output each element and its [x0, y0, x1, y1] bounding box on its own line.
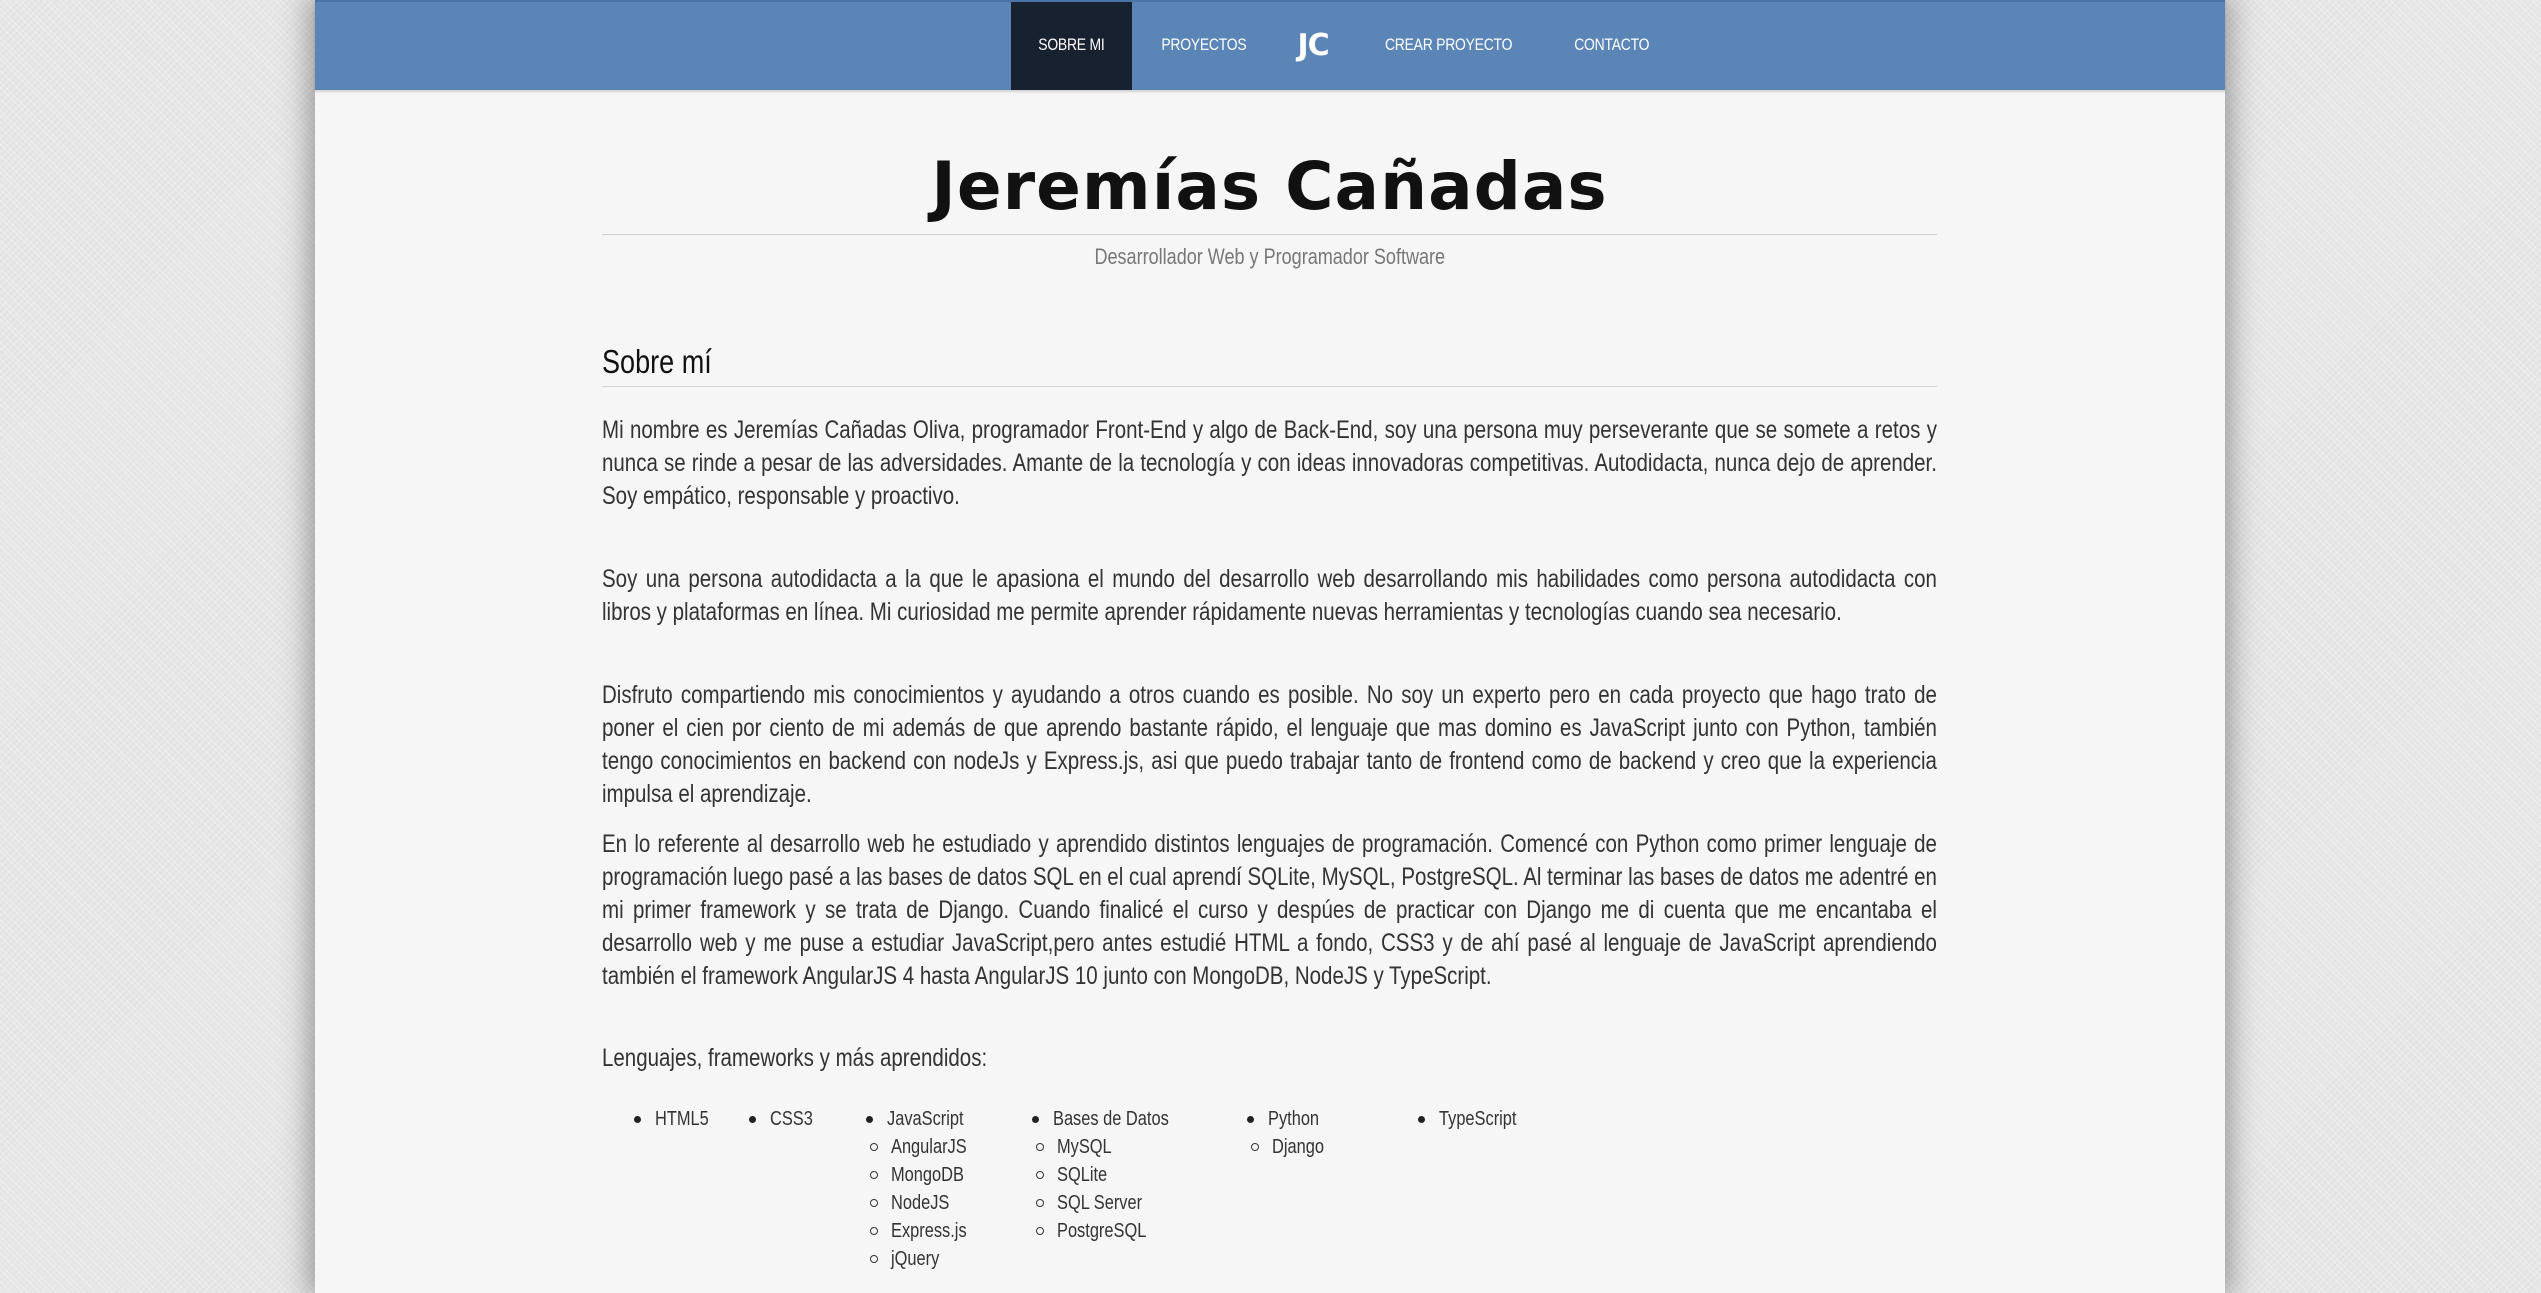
title-divider	[602, 234, 1937, 235]
nav-item-sobre-mi[interactable]: SOBRE MI	[1011, 0, 1132, 90]
skill-item: HTML5	[634, 1105, 721, 1133]
section-divider	[602, 386, 1937, 387]
circle-bullet-icon	[870, 1143, 878, 1151]
sub-skill-name: Express.js	[891, 1220, 967, 1242]
sub-skill-item: AngularJS	[870, 1133, 983, 1161]
sub-skill-item: SQL Server	[1036, 1189, 1194, 1217]
skill-item: Python Django	[1247, 1105, 1335, 1161]
skill-column-javascript: JavaScript AngularJS MongoDB NodeJS Expr…	[866, 1105, 983, 1273]
sub-skill-list: AngularJS MongoDB NodeJS Express.js jQue…	[870, 1133, 983, 1273]
skill-item: Bases de Datos MySQL SQLite SQL Server P…	[1032, 1105, 1194, 1245]
sub-skill-name: MongoDB	[891, 1164, 964, 1186]
skill-column-css3: CSS3	[749, 1105, 822, 1133]
skill-name: Python	[1268, 1108, 1320, 1130]
sub-skill-name: SQLite	[1057, 1164, 1108, 1186]
skill-name: JavaScript	[887, 1108, 964, 1130]
skill-column-python: Python Django	[1247, 1105, 1335, 1161]
bullet-icon	[634, 1116, 641, 1123]
skill-name: Bases de Datos	[1053, 1108, 1169, 1130]
circle-bullet-icon	[1036, 1171, 1044, 1179]
sub-skill-name: Django	[1272, 1136, 1324, 1158]
nav-item-contacto[interactable]: CONTACTO	[1558, 0, 1666, 90]
sub-skill-name: SQL Server	[1057, 1192, 1143, 1214]
sub-skill-item: PostgreSQL	[1036, 1217, 1194, 1245]
nav-item-proyectos[interactable]: PROYECTOS	[1145, 0, 1263, 90]
sub-skill-item: Django	[1251, 1133, 1335, 1161]
circle-bullet-icon	[1036, 1227, 1044, 1235]
about-paragraph-4: En lo referente al desarrollo web he est…	[602, 830, 1937, 990]
sub-skill-item: jQuery	[870, 1245, 983, 1273]
sub-skill-name: jQuery	[891, 1248, 940, 1270]
skills-intro: Lenguajes, frameworks y más aprendidos:	[602, 1044, 988, 1072]
bullet-icon	[749, 1116, 756, 1123]
sub-skill-list: MySQL SQLite SQL Server PostgreSQL	[1036, 1133, 1194, 1245]
circle-bullet-icon	[870, 1227, 878, 1235]
bullet-icon	[866, 1116, 873, 1123]
bullet-icon	[1247, 1116, 1254, 1123]
site-subtitle-text: Desarrollador Web y Programador Software	[1094, 244, 1445, 269]
sub-skill-item: MongoDB	[870, 1161, 983, 1189]
circle-bullet-icon	[1036, 1199, 1044, 1207]
section-heading-sobre-mi: Sobre mí	[602, 343, 712, 380]
circle-bullet-icon	[870, 1171, 878, 1179]
skill-item: TypeScript	[1418, 1105, 1533, 1133]
sub-skill-item: Express.js	[870, 1217, 983, 1245]
about-paragraph-2: Soy una persona autodidacta a la que le …	[602, 565, 1937, 626]
skill-name: TypeScript	[1439, 1108, 1517, 1130]
about-paragraph-1: Mi nombre es Jeremías Cañadas Oliva, pro…	[602, 416, 1937, 510]
nav-menu: SOBRE MI PROYECTOS JC CREAR PROYECTO CON…	[1011, 0, 1677, 90]
circle-bullet-icon	[870, 1199, 878, 1207]
nav-item-crear-proyecto[interactable]: CREAR PROYECTO	[1368, 0, 1528, 90]
site-title: Jeremías Cañadas	[931, 148, 1608, 225]
skill-name: CSS3	[770, 1108, 813, 1130]
sub-skill-item: NodeJS	[870, 1189, 983, 1217]
skill-column-bases-de-datos: Bases de Datos MySQL SQLite SQL Server P…	[1032, 1105, 1194, 1245]
sub-skill-item: MySQL	[1036, 1133, 1194, 1161]
circle-bullet-icon	[870, 1255, 878, 1263]
about-paragraph-3: Disfruto compartiendo mis conocimientos …	[602, 681, 1937, 808]
skill-column-html5: HTML5	[634, 1105, 721, 1133]
site-subtitle: Desarrollador Web y Programador Software	[602, 242, 1937, 272]
top-navigation-bar: SOBRE MI PROYECTOS JC CREAR PROYECTO CON…	[315, 0, 2225, 90]
skill-column-typescript: TypeScript	[1418, 1105, 1533, 1133]
bullet-icon	[1418, 1116, 1425, 1123]
jc-logo[interactable]: JC	[1275, 0, 1350, 90]
skill-name: HTML5	[655, 1108, 709, 1130]
circle-bullet-icon	[1251, 1143, 1259, 1151]
skills-list: HTML5 CSS3 JavaScript AngularJS MongoDB …	[602, 1105, 1937, 1293]
skill-item: CSS3	[749, 1105, 822, 1133]
sub-skill-name: AngularJS	[891, 1136, 967, 1158]
skill-item: JavaScript AngularJS MongoDB NodeJS Expr…	[866, 1105, 983, 1273]
sub-skill-name: MySQL	[1057, 1136, 1112, 1158]
sub-skill-name: NodeJS	[891, 1192, 950, 1214]
circle-bullet-icon	[1036, 1143, 1044, 1151]
sub-skill-item: SQLite	[1036, 1161, 1194, 1189]
bullet-icon	[1032, 1116, 1039, 1123]
sub-skill-name: PostgreSQL	[1057, 1220, 1147, 1242]
sub-skill-list: Django	[1251, 1133, 1335, 1161]
